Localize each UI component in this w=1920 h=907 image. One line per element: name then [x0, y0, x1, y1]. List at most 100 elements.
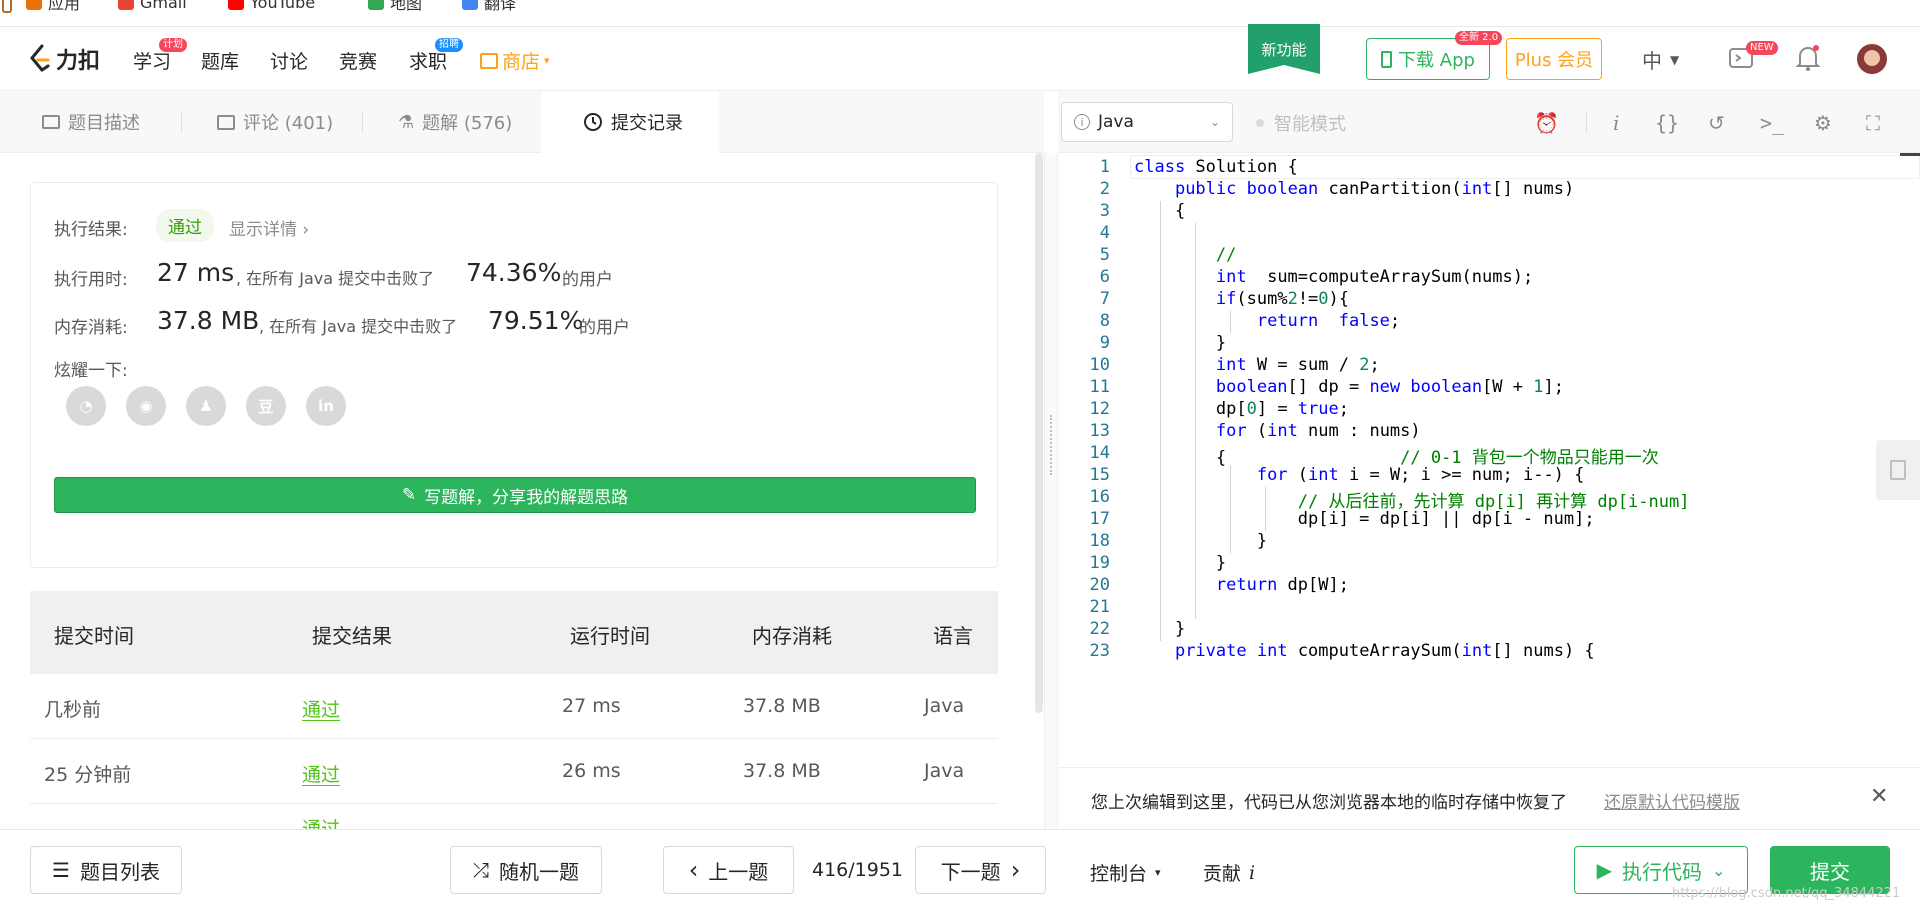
runtime-beat-text: , 在所有 Java 提交中击败了 [236, 269, 435, 288]
code-line[interactable]: for (int num : nums) [1134, 421, 1421, 441]
table-row[interactable]: 几秒前 通过 27 ms 37.8 MB Java [30, 674, 998, 739]
description-icon [42, 115, 60, 129]
code-line[interactable]: int sum=computeArraySum(nums); [1134, 267, 1533, 287]
logo[interactable]: 力扣 [28, 43, 100, 75]
nav-learn[interactable]: 学习 计划 [133, 38, 187, 74]
restore-notice: 您上次编辑到这里，代码已从您浏览器本地的临时存储中恢复了 还原默认代码模版 ✕ [1058, 767, 1920, 829]
contribute-button[interactable]: 贡献 i [1203, 859, 1255, 886]
chevron-down-icon: ⌄ [1711, 860, 1726, 880]
bookmark-label: YouTube [250, 0, 316, 12]
code-line[interactable]: dp[0] = true; [1134, 399, 1349, 419]
notice-text: 您上次编辑到这里，代码已从您浏览器本地的临时存储中恢复了 [1091, 793, 1567, 813]
feedback-side-tab[interactable] [1876, 440, 1920, 500]
code-line[interactable]: dp[i] = dp[i] || dp[i - num]; [1134, 509, 1595, 529]
tab-submissions[interactable]: 提交记录 [541, 91, 719, 153]
download-label: 下载 App [1398, 50, 1475, 71]
line-number: 7 [1099, 289, 1110, 309]
code-line[interactable]: boolean[] dp = new boolean[W + 1]; [1134, 377, 1564, 397]
playground-button[interactable]: NEW [1728, 41, 1778, 71]
line-number: 22 [1089, 619, 1110, 639]
toolbar-divider [1586, 111, 1587, 133]
reset-icon[interactable]: ↺ [1708, 111, 1725, 135]
problem-list-button[interactable]: ☰ 题目列表 [30, 846, 182, 894]
info-icon[interactable]: i [1613, 111, 1619, 135]
console-toggle[interactable]: 控制台 ▾ [1090, 859, 1161, 886]
line-number: 16 [1089, 487, 1110, 507]
download-app-button[interactable]: 下载 App 全新 2.0 [1366, 31, 1503, 80]
plus-label: Plus 会员 [1514, 50, 1594, 71]
linkedin-icon[interactable]: in [306, 386, 346, 426]
list-icon: ☰ [52, 858, 70, 882]
language-select[interactable]: i Java ⌄ [1061, 102, 1233, 142]
smart-mode-toggle[interactable]: 智能模式 [1256, 110, 1346, 136]
plus-member-button[interactable]: Plus 会员 [1506, 38, 1602, 80]
tab-description[interactable]: 题目描述 [42, 91, 140, 153]
write-solution-button[interactable]: ✎ 写题解，分享我的解题思路 [54, 477, 976, 513]
avatar[interactable] [1857, 44, 1887, 74]
table-row[interactable]: 25 分钟前 通过 26 ms 37.8 MB Java [30, 739, 998, 804]
prev-problem-button[interactable]: ‹ 上一题 [663, 846, 794, 894]
notifications-button[interactable] [1795, 44, 1821, 76]
weibo-icon[interactable]: ◉ [126, 386, 166, 426]
braces-icon[interactable]: {} [1655, 111, 1679, 135]
code-line[interactable]: private int computeArraySum(int[] nums) … [1134, 641, 1595, 661]
terminal-icon[interactable]: >_ [1760, 111, 1784, 135]
code-line[interactable]: for (int i = W; i >= num; i--) { [1134, 465, 1585, 485]
bookmark-apps[interactable]: 应用 [2, 0, 80, 13]
cell-runtime: 26 ms [562, 760, 621, 782]
fullscreen-icon[interactable]: ⛶ [1866, 111, 1880, 135]
code-line[interactable]: return dp[W]; [1134, 575, 1349, 595]
cell-result-link[interactable]: 通过 [302, 695, 340, 722]
code-line[interactable]: public boolean canPartition(int[] nums) [1134, 179, 1574, 199]
table-row[interactable]: 通过 [30, 804, 998, 829]
status-badge: 通过 [156, 209, 214, 242]
nav-discuss[interactable]: 讨论 [270, 47, 308, 74]
line-number: 14 [1089, 443, 1110, 463]
qq-icon[interactable]: ♟ [186, 386, 226, 426]
tab-solutions[interactable]: ⚗ 题解 (576) [398, 91, 512, 153]
cell-language: Java [924, 760, 965, 782]
new-feature-ribbon[interactable]: 新功能 [1248, 24, 1320, 74]
bookmark-translate[interactable]: 翻译 [462, 0, 516, 13]
copy-icon [1890, 460, 1906, 480]
nav-label: 竞赛 [339, 51, 378, 73]
language-switch[interactable]: 中 ▼ [1642, 45, 1679, 74]
random-problem-button[interactable]: ⤮ 随机一题 [450, 846, 602, 894]
tab-label: 题解 (576) [422, 113, 513, 134]
douban-icon[interactable]: 豆 [246, 386, 286, 426]
settings-icon[interactable]: ⚙ [1814, 111, 1832, 135]
pencil-icon: ✎ [401, 485, 417, 505]
code-line[interactable]: } [1134, 531, 1267, 551]
show-details-link[interactable]: 显示详情 › [229, 215, 309, 240]
code-line[interactable]: return false; [1134, 311, 1400, 331]
left-panel-scrollbar[interactable] [1035, 153, 1043, 713]
wechat-icon[interactable]: ◔ [66, 386, 106, 426]
nav-problems[interactable]: 题库 [201, 47, 239, 74]
indent-guide [1230, 465, 1231, 553]
nav-jobs[interactable]: 求职 招聘 [409, 38, 463, 74]
code-line[interactable]: } [1134, 553, 1226, 573]
panel-splitter[interactable] [1044, 153, 1058, 829]
bookmark-gmail[interactable]: Gmail [118, 0, 187, 12]
bookmark-youtube[interactable]: YouTube [228, 0, 315, 12]
cell-result-link[interactable]: 通过 [302, 760, 340, 787]
line-number: 10 [1089, 355, 1110, 375]
code-editor[interactable]: 1 class Solution {2 public boolean canPar… [1058, 153, 1920, 767]
alarm-clock-icon[interactable]: ⏰ [1534, 111, 1559, 135]
next-problem-button[interactable]: 下一题 › [915, 846, 1046, 894]
nav-label: 学习 [133, 51, 172, 73]
line-number: 17 [1089, 509, 1110, 529]
code-line[interactable]: int W = sum / 2; [1134, 355, 1380, 375]
cell-result-link[interactable]: 通过 [302, 814, 340, 829]
code-line[interactable]: class Solution { [1134, 157, 1298, 177]
console-label: 控制台 [1090, 863, 1148, 885]
nav-contest[interactable]: 竞赛 [339, 47, 377, 74]
code-line[interactable]: if(sum%2!=0){ [1134, 289, 1349, 309]
close-icon[interactable]: ✕ [1870, 784, 1888, 809]
bookmark-maps[interactable]: 地图 [368, 0, 422, 13]
tab-comments[interactable]: 评论 (401) [217, 91, 333, 153]
nav-store[interactable]: 商店 ▾ [480, 47, 550, 74]
code-line[interactable]: // [1134, 245, 1236, 265]
code-line[interactable]: } [1134, 333, 1226, 353]
restore-default-link[interactable]: 还原默认代码模版 [1604, 788, 1740, 813]
